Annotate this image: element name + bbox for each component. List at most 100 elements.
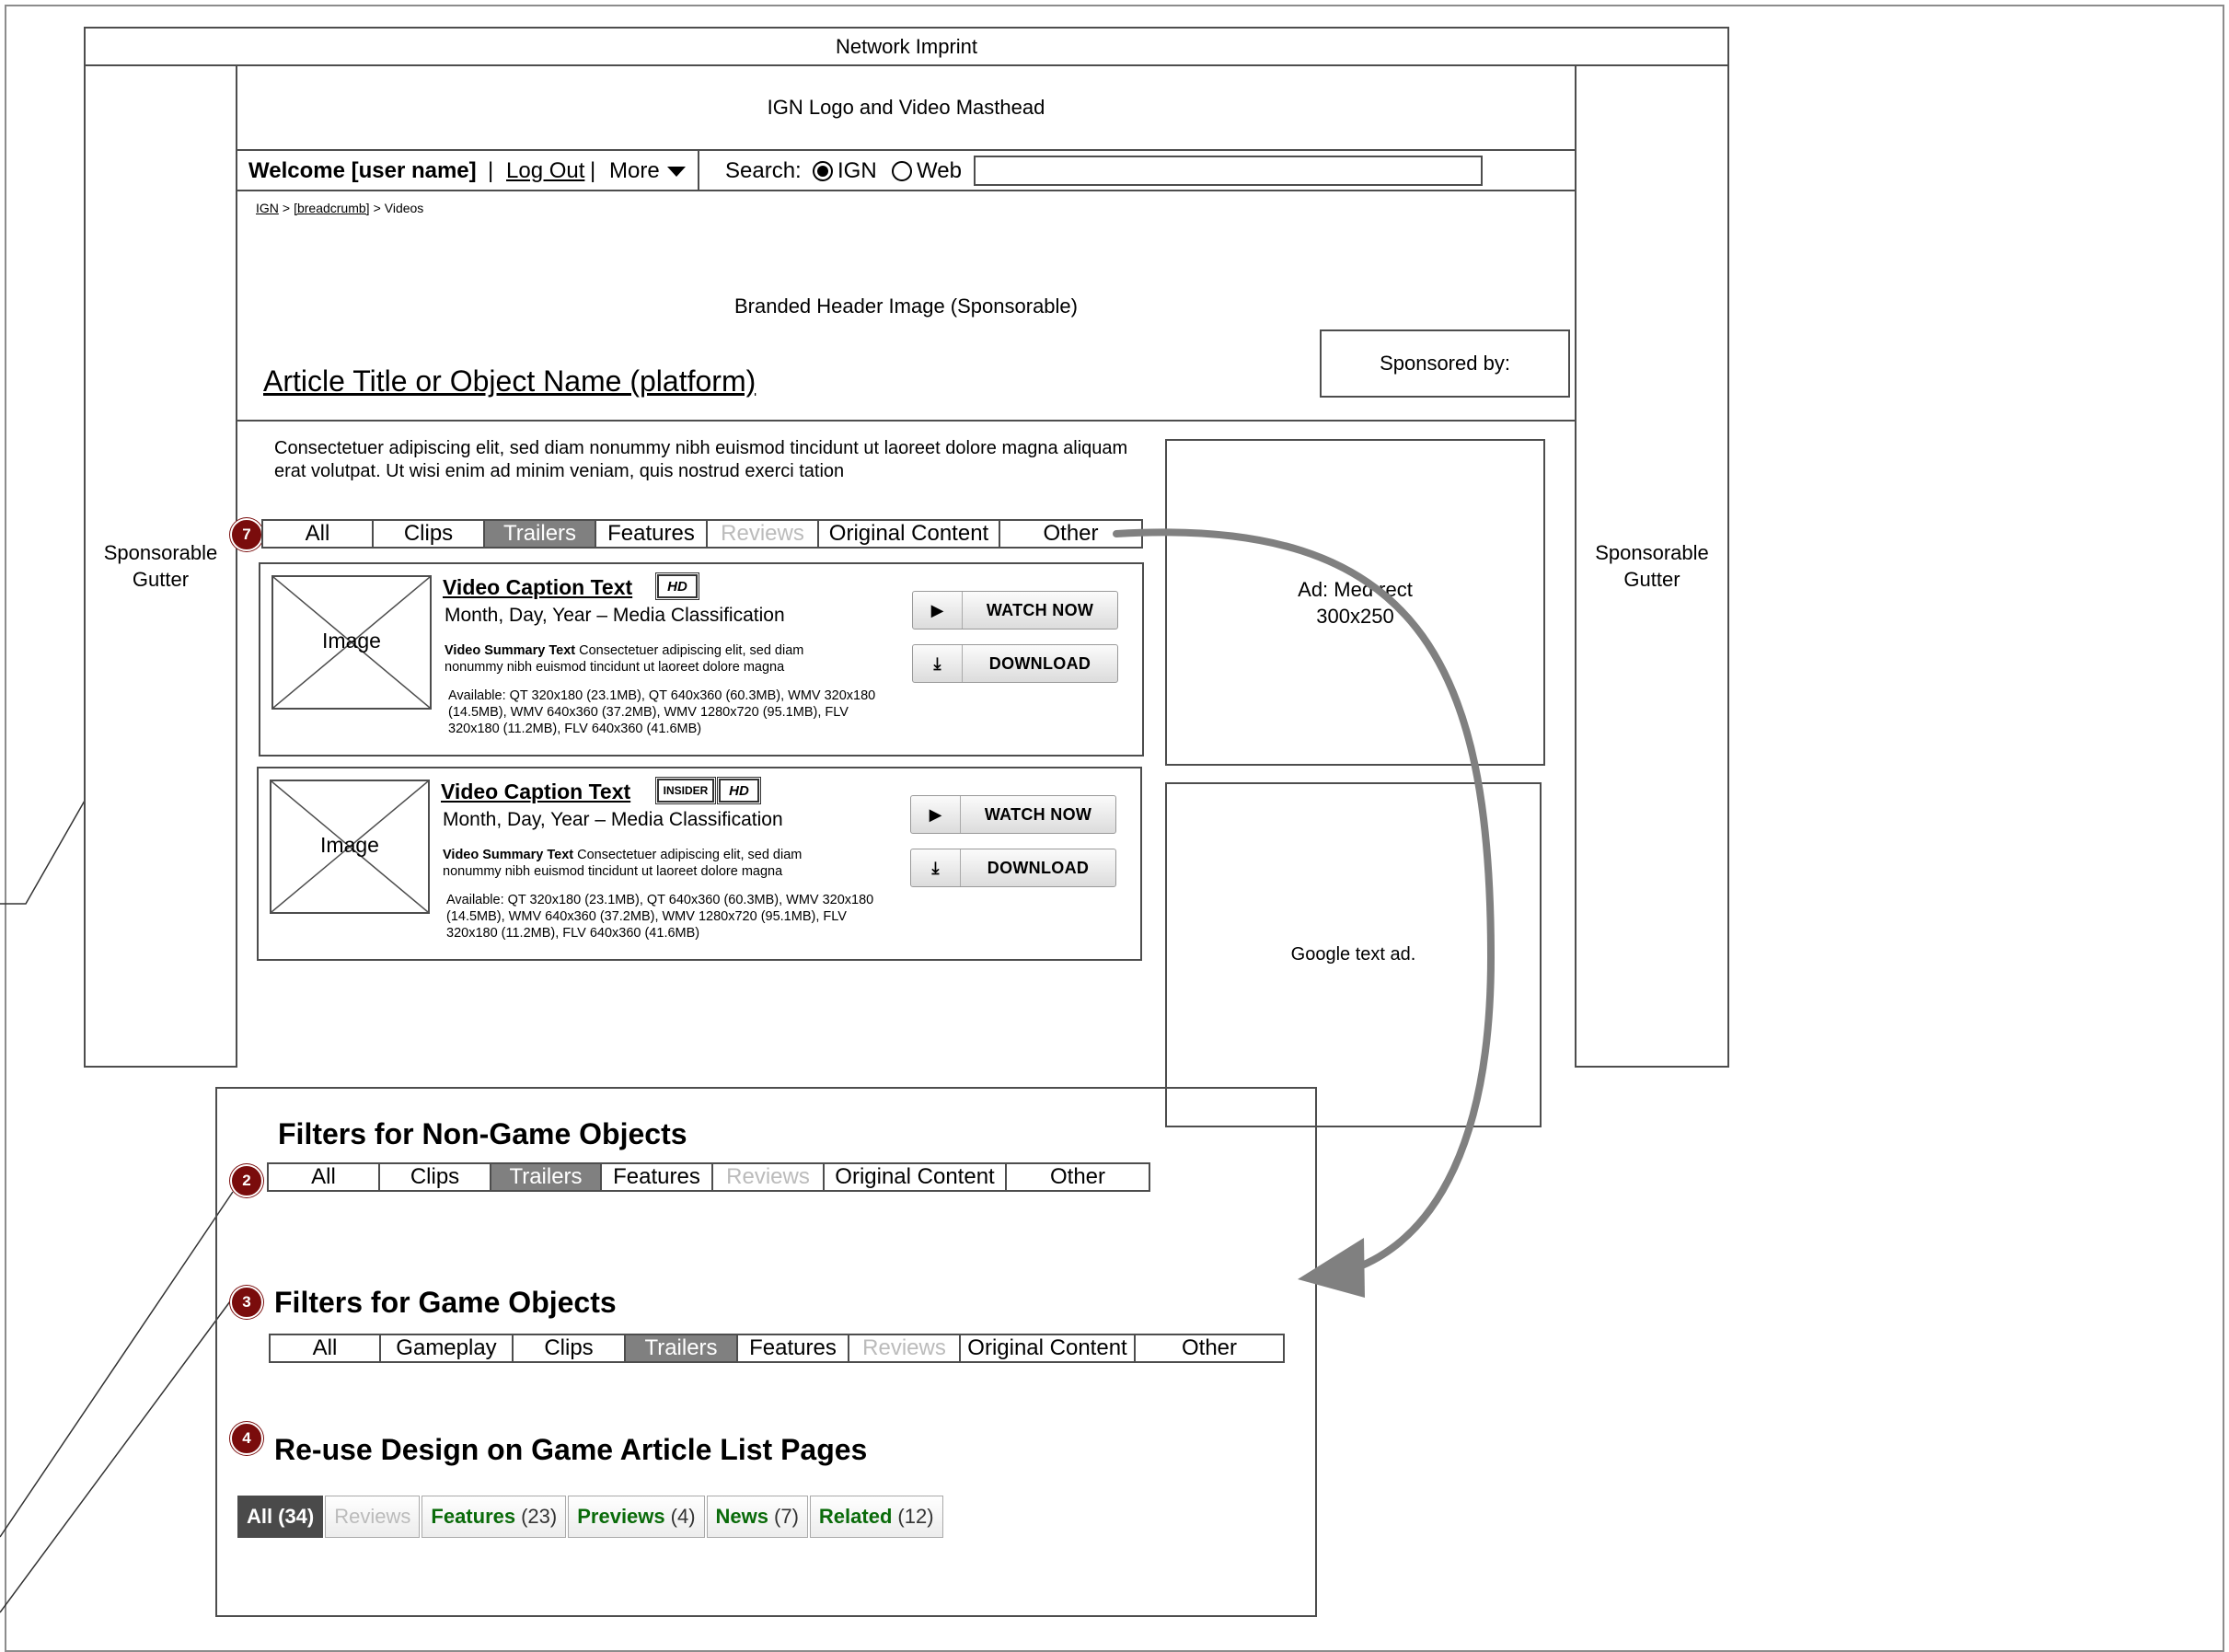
tab-reviews: Reviews — [708, 521, 819, 547]
google-text-ad[interactable]: Google text ad. — [1165, 782, 1542, 1127]
insider-badge: INSIDER — [655, 777, 716, 804]
left-sponsorable-gutter: Sponsorable Gutter — [84, 64, 237, 1068]
breadcrumb-middle[interactable]: [breadcrumb] — [294, 201, 369, 215]
tab-label: News — [715, 1505, 769, 1528]
image-label: Image — [322, 629, 381, 653]
tab-label: All — [247, 1505, 273, 1528]
wireframe-canvas: Network Imprint Sponsorable Gutter Spons… — [0, 0, 2229, 1652]
tab-other[interactable]: Other — [1000, 521, 1141, 547]
video-thumbnail[interactable]: Image — [271, 575, 432, 710]
tab-all[interactable]: All — [269, 1164, 380, 1190]
search-scope-web[interactable]: Web — [891, 158, 962, 184]
available-formats: Available: QT 320x180 (23.1MB), QT 640x3… — [446, 893, 874, 941]
user-bar: Welcome [user name] | Log Out | More Sea… — [236, 149, 1576, 191]
hd-badge: HD — [655, 572, 699, 600]
logout-link[interactable]: Log Out — [506, 158, 584, 184]
tab-label: Previews — [577, 1505, 665, 1528]
radio-web-label: Web — [917, 158, 962, 183]
tab-clips[interactable]: Clips — [514, 1335, 626, 1361]
game-filter-tabs: All Gameplay Clips Trailers Features Rev… — [269, 1334, 1285, 1363]
watch-now-button[interactable]: ▶ WATCH NOW — [912, 591, 1118, 630]
tab-other[interactable]: Other — [1007, 1164, 1149, 1190]
branded-header-image: Branded Header Image (Sponsorable) — [733, 295, 1078, 318]
video-card: Image Video Caption Text HD Month, Day, … — [259, 562, 1144, 757]
med-rect-ad[interactable]: Ad: Med rect 300x250 — [1165, 439, 1545, 766]
tab-count: (34) — [278, 1505, 315, 1528]
tab-clips[interactable]: Clips — [380, 1164, 491, 1190]
intro-text: Consectetuer adipiscing elit, sed diam n… — [274, 438, 1128, 481]
tab-news-articles[interactable]: News (7) — [706, 1496, 808, 1538]
breadcrumb-separator: > — [373, 201, 381, 215]
tab-original-content[interactable]: Original Content — [819, 521, 1000, 547]
download-button[interactable]: ⤓ DOWNLOAD — [912, 644, 1118, 683]
play-icon: ▶ — [913, 592, 963, 629]
search-input[interactable] — [974, 156, 1483, 186]
tab-label: Features — [431, 1505, 516, 1528]
page-title[interactable]: Article Title or Object Name (platform) — [263, 364, 756, 399]
tab-clips[interactable]: Clips — [374, 521, 485, 547]
tab-original-content[interactable]: Original Content — [961, 1335, 1136, 1361]
image-label: Image — [320, 833, 379, 857]
separator: | — [488, 158, 494, 183]
tab-trailers[interactable]: Trailers — [491, 1164, 602, 1190]
reuse-design-heading: Re-use Design on Game Article List Pages — [274, 1433, 868, 1466]
tab-count: (12) — [897, 1505, 934, 1528]
breadcrumb-root[interactable]: IGN — [256, 201, 279, 215]
masthead: IGN Logo and Video Masthead — [236, 64, 1576, 151]
banner-area: IGN > [breadcrumb] > Videos Branded Head… — [236, 190, 1576, 422]
radio-ign-label: IGN — [837, 158, 877, 183]
tab-all[interactable]: All — [271, 1335, 381, 1361]
tab-features-articles[interactable]: Features (23) — [422, 1496, 567, 1538]
tab-original-content[interactable]: Original Content — [825, 1164, 1007, 1190]
non-game-filter-tabs: All Clips Trailers Features Reviews Orig… — [267, 1162, 1150, 1192]
caret-down-icon — [666, 167, 686, 177]
download-button[interactable]: ⤓ DOWNLOAD — [910, 849, 1116, 887]
tab-trailers[interactable]: Trailers — [626, 1335, 738, 1361]
tab-count: (7) — [774, 1505, 799, 1528]
watch-now-label: WATCH NOW — [984, 804, 1092, 824]
left-gutter-label: Sponsorable Gutter — [103, 541, 218, 591]
download-label: DOWNLOAD — [987, 858, 1090, 877]
summary-label: Video Summary Text — [443, 848, 574, 862]
video-summary: Video Summary Text Consectetuer adipisci… — [445, 642, 859, 676]
hd-badge: HD — [717, 777, 761, 804]
right-sponsorable-gutter: Sponsorable Gutter — [1575, 64, 1729, 1068]
radio-unselected-icon — [892, 161, 912, 181]
tab-reviews: Reviews — [849, 1335, 961, 1361]
tab-reviews: Reviews — [713, 1164, 825, 1190]
tab-other[interactable]: Other — [1136, 1335, 1283, 1361]
video-caption-link[interactable]: Video Caption Text — [443, 575, 632, 600]
more-menu[interactable]: More — [609, 158, 687, 184]
video-caption-link[interactable]: Video Caption Text — [441, 780, 630, 804]
right-gutter-label: Sponsorable Gutter — [1595, 541, 1709, 591]
tab-features[interactable]: Features — [602, 1164, 713, 1190]
userbar-divider — [698, 151, 699, 190]
video-date: Month, Day, Year – Media Classification — [443, 809, 783, 830]
search-scope-ign[interactable]: IGN — [812, 158, 877, 184]
tab-features[interactable]: Features — [738, 1335, 849, 1361]
tab-count: (4) — [670, 1505, 696, 1528]
radio-selected-icon — [813, 161, 833, 181]
non-game-filters-heading: Filters for Non-Game Objects — [278, 1117, 687, 1150]
video-thumbnail[interactable]: Image — [270, 780, 430, 914]
separator: | — [590, 158, 596, 183]
annotation-marker-4: 4 — [230, 1422, 263, 1455]
video-card: Image Video Caption Text INSIDER HD Mont… — [257, 767, 1142, 961]
tab-previews-articles[interactable]: Previews (4) — [568, 1496, 705, 1538]
tab-trailers[interactable]: Trailers — [485, 521, 596, 547]
tab-all-articles[interactable]: All (34) — [237, 1496, 324, 1538]
breadcrumb-separator: > — [282, 201, 291, 215]
annotation-marker-2: 2 — [230, 1164, 263, 1197]
article-list-tabs: All (34) Reviews Features (23) Previews … — [237, 1496, 945, 1538]
download-icon: ⤓ — [911, 849, 961, 886]
download-icon: ⤓ — [913, 645, 963, 682]
watch-now-button[interactable]: ▶ WATCH NOW — [910, 795, 1116, 834]
tab-related-articles[interactable]: Related (12) — [809, 1496, 943, 1538]
tab-gameplay[interactable]: Gameplay — [381, 1335, 514, 1361]
tab-all[interactable]: All — [263, 521, 374, 547]
annotation-marker-3: 3 — [230, 1286, 263, 1319]
annotation-marker-7: 7 — [230, 518, 263, 551]
search-label: Search: — [725, 158, 802, 183]
more-label: More — [609, 158, 660, 183]
tab-features[interactable]: Features — [596, 521, 708, 547]
